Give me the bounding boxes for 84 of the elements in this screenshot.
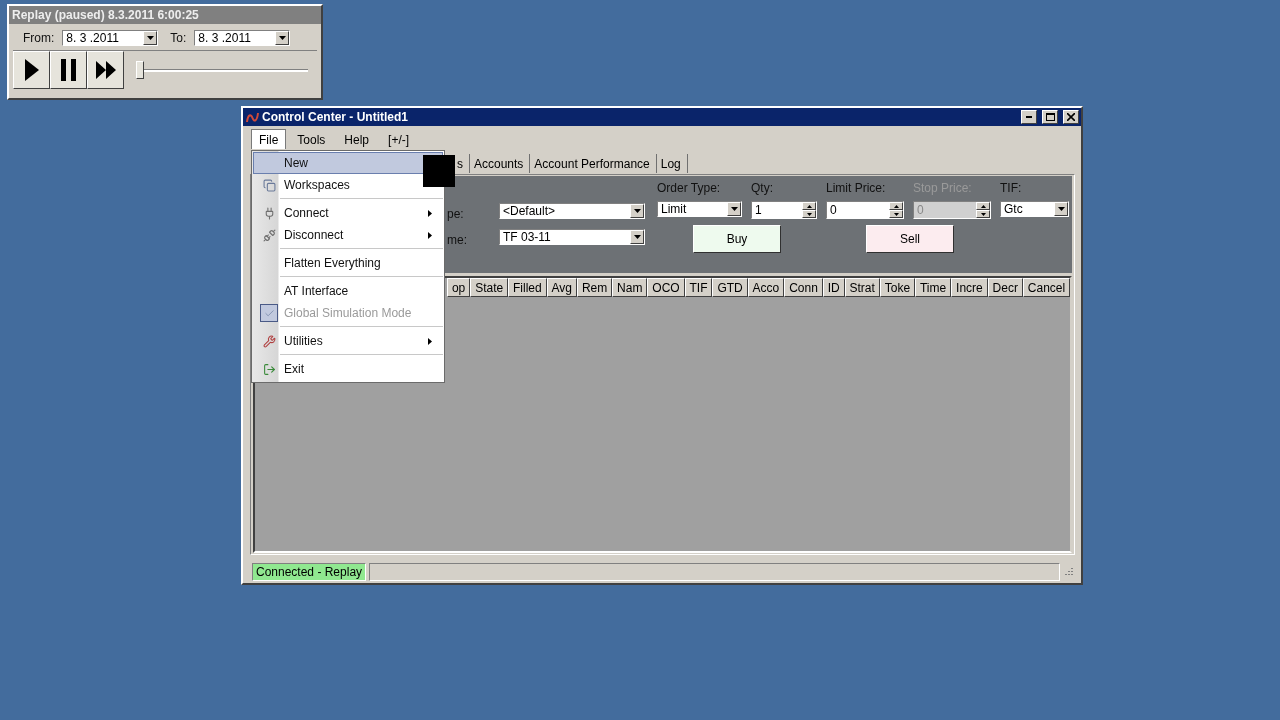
field-label: TIF: [1000,181,1023,195]
sell-button[interactable]: Sell [866,225,954,253]
column-header[interactable]: ID [822,278,845,297]
column-header[interactable]: Decr [987,278,1023,297]
column-header[interactable]: Filled [508,278,547,297]
unplug-icon [262,228,276,242]
column-header[interactable]: Cancel [1022,278,1071,297]
close-icon [1067,113,1075,121]
field-label: Limit Price: [826,181,887,195]
number-field[interactable]: 1 [751,201,817,219]
field-label: pe: [447,207,465,221]
close-button[interactable] [1063,110,1079,124]
menu-entry[interactable]: Connect [253,202,443,224]
column-header[interactable]: Acco [747,278,785,297]
from-label: From: [23,31,55,45]
column-header[interactable]: OCO [647,278,685,297]
pages-icon [262,178,276,192]
spin-down-icon [806,212,812,216]
caret-icon [633,235,641,239]
menu-item[interactable]: [+/-] [380,129,418,149]
menu-item[interactable]: Tools [289,129,334,149]
window-title: Replay (paused) 8.3.2011 6:00:25 [9,6,321,24]
exit-door-icon [262,362,276,376]
caret-icon [1057,207,1065,211]
column-header[interactable]: Rem [577,278,613,297]
caret-icon [633,209,641,213]
maximize-icon [1045,113,1055,121]
to-label: To: [170,31,187,45]
column-header[interactable]: Toke [879,278,916,297]
play-button[interactable] [13,51,50,89]
fast-forward-button[interactable] [87,51,124,89]
number-field[interactable]: 0 [826,201,904,219]
field-label: Qty: [751,181,774,195]
maximize-button[interactable] [1042,110,1058,124]
window-title: Control Center - Untitled1 [262,110,409,124]
dropdown-field[interactable]: <Default> [499,203,645,219]
column-header[interactable]: Time [915,278,952,297]
column-header[interactable]: Conn [784,278,823,297]
spin-up-icon [980,204,986,208]
column-header[interactable]: Nam [612,278,648,297]
buy-button[interactable]: Buy [693,225,781,253]
spin-down-icon [980,212,986,216]
minimize-button[interactable] [1021,110,1037,124]
app-logo-icon [246,111,259,123]
connection-status: Connected - Replay [252,563,367,581]
menu-entry[interactable]: Workspaces [253,174,357,196]
menu-entry[interactable]: AT Interface [253,280,356,302]
spin-down-icon [893,212,899,216]
column-header[interactable]: GTD [712,278,748,297]
resize-grip-icon [1063,567,1073,577]
field-label: Order Type: [657,181,722,195]
column-header[interactable]: op [447,278,471,297]
date-picker[interactable]: 8. 3 .2011 [62,30,159,46]
pause-icon [60,59,77,81]
cursor-overlay [423,155,455,187]
caret-icon [278,36,286,40]
menu-entry[interactable]: Utilities [253,330,443,352]
menu-entry[interactable]: Disconnect [253,224,443,246]
column-header[interactable]: Incre [951,278,988,297]
slider-thumb[interactable] [136,61,144,79]
column-header[interactable]: State [470,278,509,297]
wrench-icon [262,334,276,348]
spin-up-icon [806,204,812,208]
caret-icon [730,207,738,211]
fast-forward-icon [95,61,116,79]
timeline-slider[interactable] [136,60,308,80]
column-header[interactable]: Strat [844,278,880,297]
date-picker[interactable]: 8. 3 .2011 [194,30,291,46]
caret-icon [146,36,154,40]
play-icon [24,59,39,81]
menu-entry[interactable]: New [253,152,443,174]
menu-item[interactable]: Help [336,129,378,149]
column-header[interactable]: TIF [684,278,713,297]
menu-item[interactable]: File [251,129,287,149]
dropdown-field[interactable]: Limit [657,201,742,217]
column-header[interactable]: Avg [546,278,577,297]
dropdown-field[interactable]: Gtc [1000,201,1069,217]
menu-entry[interactable]: Exit [253,358,311,380]
dropdown-field[interactable]: TF 03-11 [499,229,645,245]
field-label: me: [447,233,468,247]
menu-entry[interactable]: Flatten Everything [253,252,388,274]
pause-button[interactable] [50,51,87,89]
spin-up-icon [893,204,899,208]
minimize-icon [1026,116,1032,118]
